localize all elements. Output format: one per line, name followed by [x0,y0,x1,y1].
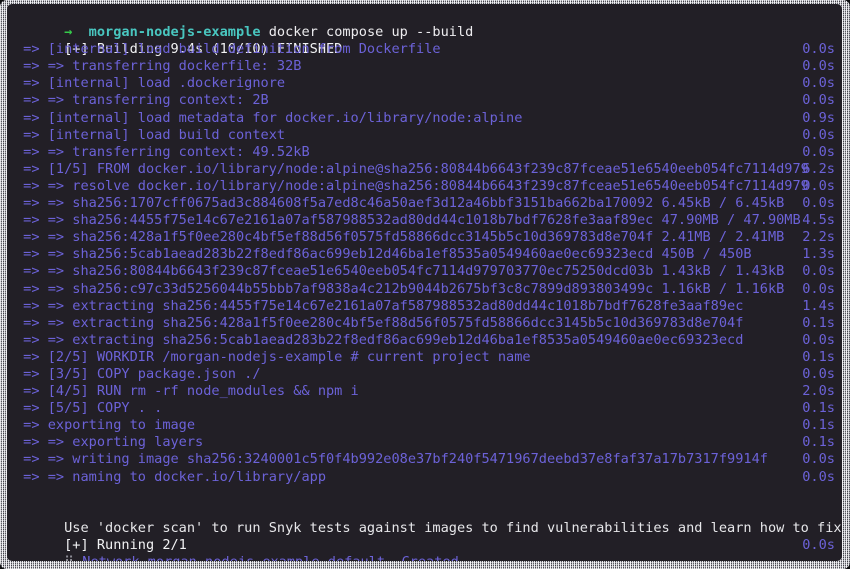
terminal-window[interactable]: → morgan-nodejs-example docker compose u… [0,0,850,569]
build-step-row: => => extracting sha256:4455f75e14c67e21… [7,298,842,315]
build-step-row: => => sha256:c97c33d5256044b55bbb7af9838… [7,281,842,298]
network-gap2 [385,554,401,561]
build-step-duration: 0.0s [802,331,835,348]
terminal-screen[interactable]: → morgan-nodejs-example docker compose u… [7,4,842,561]
build-step-duration: 0.0s [802,451,835,468]
build-step-text: => [1/5] FROM docker.io/library/node:alp… [15,160,809,177]
build-step-text: => [internal] load .dockerignore [15,75,286,92]
build-step-text: => [internal] load metadata for docker.i… [15,109,523,126]
build-step-text: => exporting to image [15,417,196,434]
spinner-icon: ⠿ [64,554,74,561]
build-step-duration: 0.0s [802,263,835,280]
build-step-duration: 0.0s [802,177,835,194]
build-step-duration: 0.1s [802,417,835,434]
build-step-text: => [3/5] COPY package.json ./ [15,365,261,382]
build-step-text: => => sha256:5cab1aead283b22f8edf86ac699… [15,246,752,263]
build-step-row: => => sha256:5cab1aead283b22f8edf86ac699… [7,246,842,263]
build-step-duration: 4.5s [802,212,835,229]
build-step-row: => => transferring context: 2B 0.0s [7,92,842,109]
network-time: 0.0s [802,536,835,553]
build-step-duration: 0.1s [802,400,835,417]
build-step-duration: 1.3s [802,246,835,263]
build-step-text: => => sha256:c97c33d5256044b55bbb7af9838… [15,280,785,297]
build-step-row: => => sha256:80844b6643f239c87fceae51e65… [7,263,842,280]
build-step-duration: 0.1s [802,434,835,451]
build-step-row: => [3/5] COPY package.json ./ 0.0s [7,366,842,383]
build-step-duration: 0.1s [802,348,835,365]
build-step-row: => [2/5] WORKDIR /morgan-nodejs-example … [7,349,842,366]
build-step-text: => => transferring context: 2B [15,92,269,109]
build-step-duration: 0.0s [802,41,835,58]
build-step-row: => [internal] load build definition from… [7,41,842,58]
build-step-text: => => sha256:1707cff0675ad3c884608f5a7ed… [15,195,785,212]
build-step-duration: 0.1s [802,314,835,331]
build-step-text: => => extracting sha256:428a1f5f0ee280c4… [15,314,744,331]
build-step-row: => => resolve docker.io/library/node:alp… [7,178,842,195]
build-step-row: => exporting to image 0.1s [7,417,842,434]
build-step-duration: 0.0s [802,58,835,75]
network-status-line: ⠿ Network morgan-nodejs-example_default … [7,536,842,561]
build-step-duration: 0.0s [802,365,835,382]
build-step-text: => => naming to docker.io/library/app [15,468,326,485]
build-step-duration: 0.0s [802,195,835,212]
build-header-line: [+] Building 9.4s (10/10) FINISHED [7,24,842,57]
build-step-row: => => sha256:1707cff0675ad3c884608f5a7ed… [7,195,842,212]
network-status: Created [401,554,458,561]
build-step-text: => => sha256:80844b6643f239c87fceae51e65… [15,263,785,280]
build-step-duration: 6.2s [802,160,835,177]
build-step-text: => => transferring dockerfile: 32B [15,58,302,75]
build-step-row: => [internal] load metadata for docker.i… [7,110,842,127]
build-step-row: => => sha256:428a1f5f0ee280c4bf5ef88d56f… [7,229,842,246]
build-step-row: => => transferring context: 49.52kB 0.0s [7,144,842,161]
build-step-row: => [1/5] FROM docker.io/library/node:alp… [7,161,842,178]
build-step-row: => => sha256:4455f75e14c67e2161a07af5879… [7,212,842,229]
build-step-duration: 0.0s [802,468,835,485]
build-step-text: => => exporting layers [15,434,204,451]
build-step-text: => [internal] load build context [15,126,286,143]
scan-hint-line: Use 'docker scan' to run Snyk tests agai… [7,503,842,536]
build-step-duration: 1.4s [802,297,835,314]
build-step-row: => => writing image sha256:3240001c5f0f4… [7,451,842,468]
build-step-row: => [5/5] COPY . . 0.1s [7,400,842,417]
build-step-row: => => extracting sha256:428a1f5f0ee280c4… [7,315,842,332]
build-step-duration: 0.9s [802,109,835,126]
build-step-text: => => extracting sha256:5cab1aead283b22f… [15,331,744,348]
build-step-duration: 0.0s [802,75,835,92]
build-step-duration: 0.0s [802,126,835,143]
build-step-row: => => exporting layers 0.1s [7,434,842,451]
build-step-text: => [internal] load build definition from… [15,41,441,58]
build-step-duration: 0.0s [802,92,835,109]
prompt-line[interactable]: → morgan-nodejs-example docker compose u… [7,7,842,40]
build-step-text: => => resolve docker.io/library/node:alp… [15,177,809,194]
build-step-text: => [4/5] RUN rm -rf node_modules && npm … [15,383,359,400]
build-step-duration: 0.0s [802,143,835,160]
build-step-row: => => transferring dockerfile: 32B 0.0s [7,58,842,75]
build-step-row: => => extracting sha256:5cab1aead283b22f… [7,332,842,349]
build-step-row: => => naming to docker.io/library/app 0.0… [7,469,842,486]
build-step-text: => => sha256:428a1f5f0ee280c4bf5ef88d56f… [15,229,785,246]
build-step-duration: 2.0s [802,383,835,400]
build-step-text: => => writing image sha256:3240001c5f0f4… [15,451,768,468]
build-step-duration: 2.2s [802,229,835,246]
build-step-duration: 0.0s [802,280,835,297]
build-step-row: => [4/5] RUN rm -rf node_modules && npm … [7,383,842,400]
network-label: Network morgan-nodejs-example_default [82,554,385,561]
build-step-text: => => sha256:4455f75e14c67e2161a07af5879… [15,212,801,229]
build-step-row: => [internal] load build context 0.0s [7,127,842,144]
build-step-list: => [internal] load build definition from… [7,41,842,485]
build-step-text: => [2/5] WORKDIR /morgan-nodejs-example … [15,348,531,365]
build-step-text: => [5/5] COPY . . [15,400,163,417]
build-step-row: => [internal] load .dockerignore 0.0s [7,75,842,92]
build-step-text: => => transferring context: 49.52kB [15,143,310,160]
build-step-text: => => extracting sha256:4455f75e14c67e21… [15,297,744,314]
running-header-line: [+] Running 2/1 [7,520,842,553]
